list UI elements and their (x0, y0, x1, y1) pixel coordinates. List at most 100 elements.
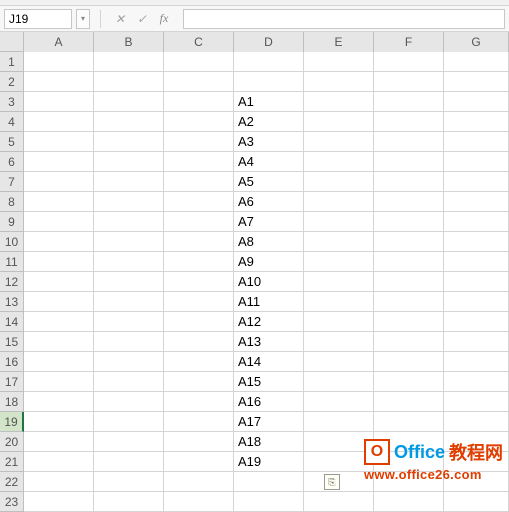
cell[interactable] (164, 452, 234, 472)
cell[interactable] (374, 272, 444, 292)
cell[interactable] (24, 472, 94, 492)
fx-icon[interactable]: fx (155, 10, 173, 28)
cell[interactable] (444, 372, 509, 392)
cell[interactable]: A7 (234, 212, 304, 232)
cell[interactable] (304, 292, 374, 312)
row-header[interactable]: 1 (0, 52, 24, 72)
cell[interactable]: A2 (234, 112, 304, 132)
cell[interactable] (24, 132, 94, 152)
cell[interactable] (94, 152, 164, 172)
cell[interactable] (24, 372, 94, 392)
cell[interactable] (444, 232, 509, 252)
row-header[interactable]: 8 (0, 192, 24, 212)
cell[interactable] (24, 152, 94, 172)
cell[interactable] (374, 192, 444, 212)
cell[interactable] (374, 112, 444, 132)
select-all-corner[interactable] (0, 32, 24, 52)
cell[interactable] (94, 332, 164, 352)
cell[interactable] (24, 92, 94, 112)
cell[interactable] (164, 372, 234, 392)
cell[interactable] (304, 352, 374, 372)
cell[interactable] (304, 312, 374, 332)
name-box-dropdown[interactable]: ▾ (76, 9, 90, 29)
row-header[interactable]: 11 (0, 252, 24, 272)
cell[interactable] (304, 252, 374, 272)
cell[interactable] (304, 72, 374, 92)
cell[interactable] (164, 232, 234, 252)
cell[interactable] (304, 52, 374, 72)
cell[interactable] (304, 432, 374, 452)
cell[interactable] (24, 192, 94, 212)
cell[interactable] (164, 412, 234, 432)
cell[interactable] (444, 392, 509, 412)
cell[interactable] (374, 172, 444, 192)
cell[interactable] (24, 332, 94, 352)
cell[interactable] (444, 332, 509, 352)
cell[interactable]: A15 (234, 372, 304, 392)
row-header[interactable]: 5 (0, 132, 24, 152)
cell[interactable] (234, 472, 304, 492)
cell[interactable] (304, 452, 374, 472)
cell[interactable] (444, 412, 509, 432)
row-header[interactable]: 7 (0, 172, 24, 192)
cell[interactable] (94, 172, 164, 192)
cell[interactable] (94, 312, 164, 332)
cell[interactable] (444, 312, 509, 332)
cell[interactable] (164, 332, 234, 352)
cell[interactable]: A19 (234, 452, 304, 472)
cell[interactable] (94, 112, 164, 132)
cell[interactable] (164, 92, 234, 112)
cell[interactable] (24, 252, 94, 272)
cell[interactable] (164, 152, 234, 172)
cell[interactable] (304, 192, 374, 212)
cell[interactable] (304, 272, 374, 292)
cell[interactable] (94, 352, 164, 372)
cell[interactable] (444, 112, 509, 132)
cell[interactable]: A3 (234, 132, 304, 152)
cell[interactable] (444, 352, 509, 372)
cell[interactable] (304, 492, 374, 512)
cell[interactable] (24, 212, 94, 232)
cell[interactable] (94, 192, 164, 212)
cell[interactable] (444, 92, 509, 112)
cell[interactable] (24, 352, 94, 372)
cell[interactable] (304, 92, 374, 112)
cell[interactable] (444, 212, 509, 232)
cell[interactable] (94, 132, 164, 152)
cell[interactable] (24, 172, 94, 192)
cell[interactable]: A12 (234, 312, 304, 332)
cell[interactable] (444, 472, 509, 492)
cell[interactable] (164, 292, 234, 312)
row-header[interactable]: 3 (0, 92, 24, 112)
paste-options-icon[interactable]: ⎘ (324, 474, 340, 490)
cell[interactable] (24, 272, 94, 292)
cell[interactable] (164, 172, 234, 192)
column-header-f[interactable]: F (374, 32, 444, 52)
cell[interactable] (24, 492, 94, 512)
cell[interactable] (24, 392, 94, 412)
name-box[interactable]: J19 (4, 9, 72, 29)
confirm-icon[interactable]: ✓ (133, 10, 151, 28)
cell[interactable] (444, 72, 509, 92)
row-header[interactable]: 18 (0, 392, 24, 412)
cell[interactable] (304, 172, 374, 192)
cell[interactable] (164, 192, 234, 212)
cell[interactable] (24, 52, 94, 72)
cell[interactable] (374, 152, 444, 172)
cell[interactable] (374, 292, 444, 312)
cell[interactable] (24, 412, 94, 432)
cell[interactable] (304, 412, 374, 432)
cell[interactable] (164, 252, 234, 272)
cell[interactable]: A6 (234, 192, 304, 212)
cell[interactable] (444, 492, 509, 512)
cell[interactable] (94, 292, 164, 312)
cell[interactable]: A9 (234, 252, 304, 272)
cell[interactable]: A4 (234, 152, 304, 172)
column-header-a[interactable]: A (24, 32, 94, 52)
row-header[interactable]: 23 (0, 492, 24, 512)
cell[interactable] (374, 392, 444, 412)
cell[interactable] (94, 72, 164, 92)
cell[interactable] (374, 412, 444, 432)
row-header[interactable]: 17 (0, 372, 24, 392)
cell[interactable] (304, 152, 374, 172)
